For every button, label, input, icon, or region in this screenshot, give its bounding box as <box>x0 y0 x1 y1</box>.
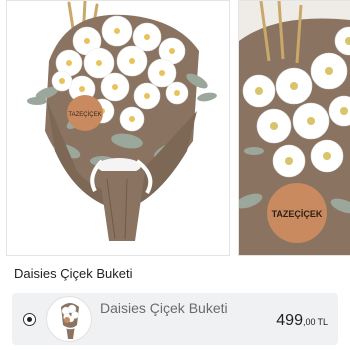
brand-tag-text: TAZEÇİÇEK <box>272 209 323 219</box>
gallery-image-main[interactable]: TAZEÇİÇEK <box>6 0 230 256</box>
daisy-bouquet-photo: TAZEÇİÇEK <box>27 1 217 241</box>
variant-option-row[interactable]: Daisies Çiçek Buketi 499,00 TL <box>12 293 338 345</box>
price-currency: TL <box>317 317 328 327</box>
price-integer: 499 <box>276 312 303 329</box>
variant-thumbnail <box>46 296 92 342</box>
variant-radio-button[interactable] <box>23 313 36 326</box>
brand-tag-text: TAZEÇİÇEK <box>68 111 101 118</box>
bouquet-thumbnail-icon <box>61 303 79 339</box>
radio-selected-dot <box>26 316 32 322</box>
price-decimal: ,00 <box>302 317 316 327</box>
product-image-gallery[interactable]: TAZEÇİÇEK TAZEÇİÇEK <box>0 0 350 258</box>
product-title: Daisies Çiçek Buketi <box>14 266 133 281</box>
daisy-bouquet-closeup-photo: TAZEÇİÇEK <box>239 1 350 255</box>
gallery-image-next[interactable]: TAZEÇİÇEK <box>238 0 350 256</box>
variant-price: 499,00 TL <box>276 312 328 330</box>
variant-name: Daisies Çiçek Buketi <box>100 300 228 316</box>
